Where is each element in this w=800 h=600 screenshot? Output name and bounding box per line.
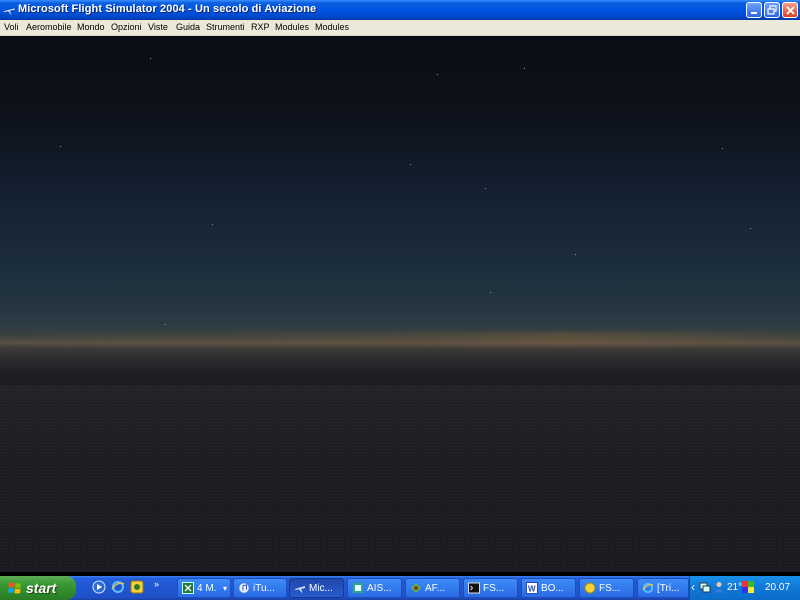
task-label: BO... <box>541 582 564 594</box>
start-label: start <box>26 580 57 596</box>
color-flag-icon[interactable] <box>742 581 754 593</box>
app-icon[interactable] <box>130 580 144 594</box>
start-button[interactable]: start <box>0 576 76 600</box>
menu-aeromobile[interactable]: Aeromobile <box>26 22 72 32</box>
minimize-button[interactable] <box>746 2 762 18</box>
ground-terrain <box>0 385 800 572</box>
media-icon[interactable] <box>92 580 106 594</box>
star <box>150 58 151 59</box>
user-icon[interactable] <box>713 581 725 593</box>
task-button-flight-sim[interactable]: Mic... <box>289 578 344 598</box>
menu-opzioni[interactable]: Opzioni <box>111 22 142 32</box>
system-tray: ‹ 21° 20.07 <box>689 576 800 600</box>
task-label: AIS... <box>367 582 392 594</box>
tray-collapse-icon[interactable]: ‹ <box>691 580 695 594</box>
menu-voli[interactable]: Voli <box>4 22 19 32</box>
plane-icon <box>2 7 16 16</box>
menu-bar: Voli Aeromobile Mondo Opzioni Viste Guid… <box>0 20 800 36</box>
star <box>722 148 723 149</box>
task-button-af[interactable]: AF... <box>405 578 460 598</box>
menu-guida[interactable]: Guida <box>176 22 200 32</box>
console-icon <box>468 582 480 594</box>
title-bar: Microsoft Flight Simulator 2004 - Un sec… <box>0 0 800 20</box>
quick-launch-more-icon[interactable]: » <box>154 579 159 589</box>
minimize-icon <box>751 12 757 14</box>
task-button-fs-console[interactable]: FS... <box>463 578 518 598</box>
ais-icon <box>353 583 363 593</box>
menu-rxp[interactable]: RXP <box>251 22 270 32</box>
close-icon <box>785 5 795 15</box>
star <box>575 254 576 255</box>
windows-logo-icon <box>8 582 21 594</box>
task-button-ie[interactable]: [Tri... <box>637 578 689 598</box>
close-button[interactable] <box>782 2 798 18</box>
star <box>490 292 491 293</box>
ie-icon <box>642 582 654 594</box>
svg-text:W: W <box>528 585 536 594</box>
taskbar: start » 4 M. ▾ iTu... Mic... AIS... AF..… <box>0 576 800 600</box>
task-label: 4 M. <box>197 582 217 594</box>
menu-mondo[interactable]: Mondo <box>77 22 105 32</box>
task-label: AF... <box>425 582 446 594</box>
menu-modules[interactable]: Modules <box>275 22 309 32</box>
restore-icon <box>767 5 777 15</box>
task-label: FS... <box>483 582 505 594</box>
excel-icon <box>182 582 194 594</box>
task-label: FS... <box>599 582 621 594</box>
task-button-fs[interactable]: FS... <box>579 578 634 598</box>
star <box>165 324 166 325</box>
star <box>485 188 486 189</box>
task-button-itunes[interactable]: iTu... <box>233 578 287 598</box>
task-button-word[interactable]: W BO... <box>521 578 576 598</box>
star <box>524 68 525 69</box>
restore-button[interactable] <box>764 2 780 18</box>
fs-icon <box>584 582 596 594</box>
itunes-icon <box>238 582 250 594</box>
star <box>212 224 213 225</box>
star <box>437 74 438 75</box>
plane-icon <box>295 586 305 593</box>
menu-modules-2[interactable]: Modules <box>315 22 349 32</box>
task-label: [Tri... <box>657 582 680 594</box>
network-icon[interactable] <box>699 581 711 593</box>
task-label: Mic... <box>309 582 333 594</box>
horizon-glow <box>0 332 800 346</box>
menu-viste[interactable]: Viste <box>148 22 168 32</box>
ie-icon[interactable] <box>111 580 125 594</box>
af-icon <box>411 583 421 593</box>
task-label: iTu... <box>253 582 275 594</box>
window-title: Microsoft Flight Simulator 2004 - Un sec… <box>18 3 317 15</box>
chevron-down-icon: ▾ <box>222 583 227 593</box>
task-button-ais[interactable]: AIS... <box>347 578 402 598</box>
task-button-excel[interactable]: 4 M. ▾ <box>177 578 231 598</box>
menu-strumenti[interactable]: Strumenti <box>206 22 245 32</box>
star <box>60 146 61 147</box>
weather-temperature[interactable]: 21° <box>727 582 742 593</box>
clock[interactable]: 20.07 <box>765 582 790 593</box>
star <box>410 164 411 165</box>
flight-scene-viewport[interactable] <box>0 36 800 572</box>
star <box>750 228 751 229</box>
word-icon: W <box>526 582 538 594</box>
